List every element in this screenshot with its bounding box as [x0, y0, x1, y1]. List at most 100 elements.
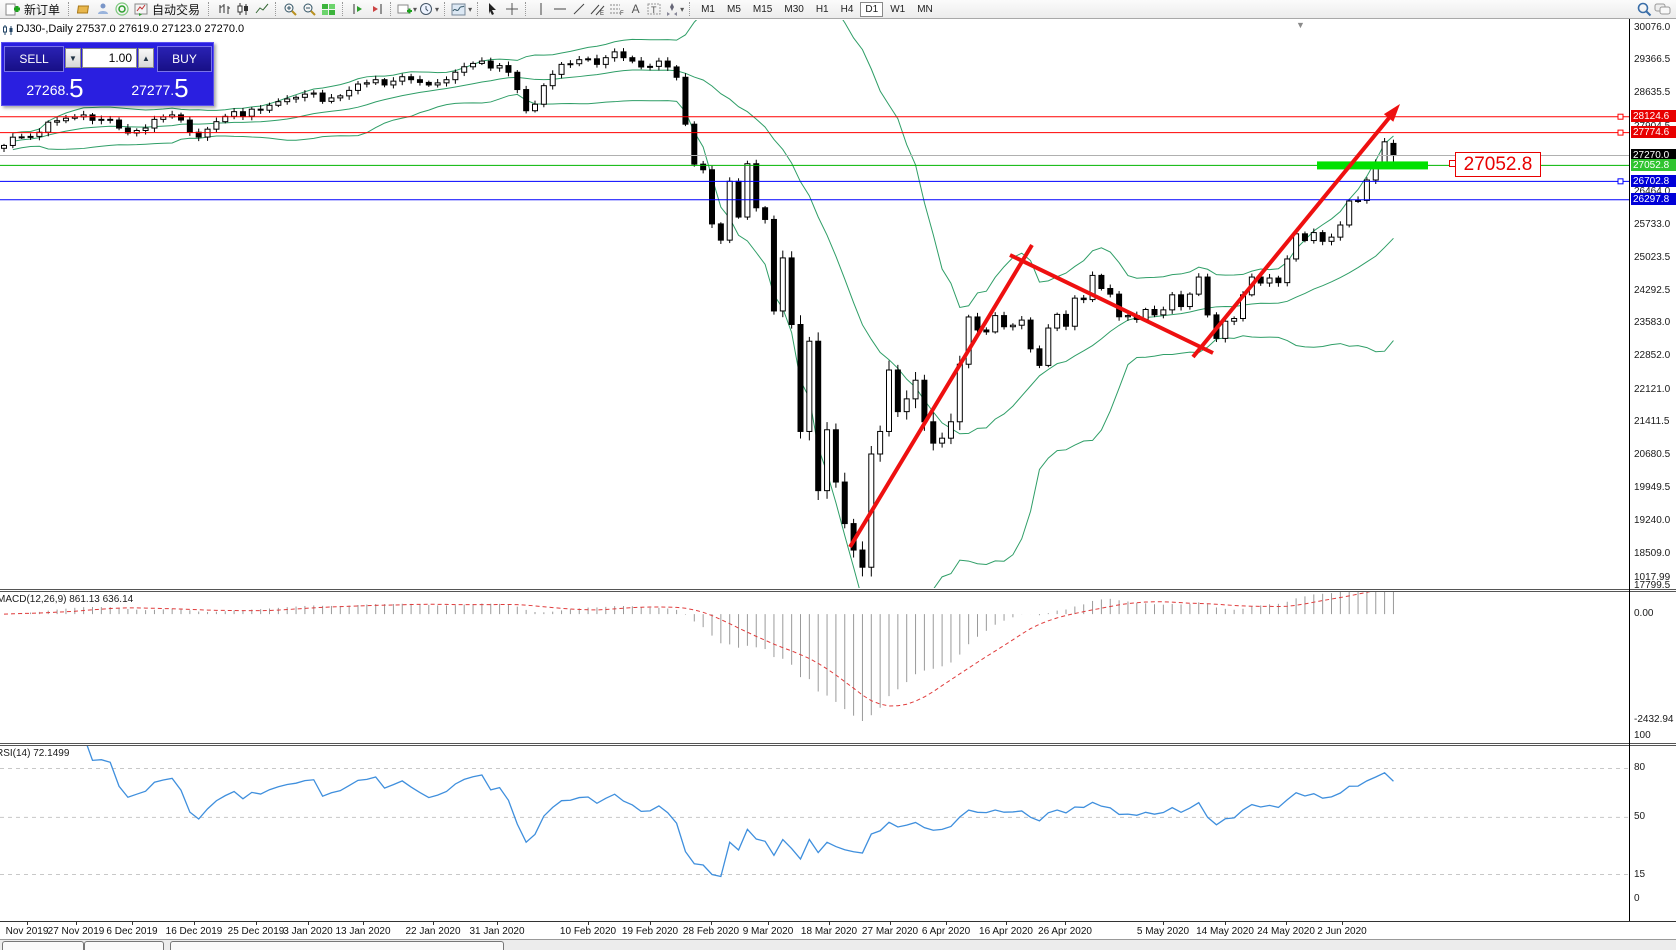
date-tick — [946, 922, 947, 925]
date-label: 25 Dec 2019 — [228, 926, 285, 937]
chart-tab-strip — [0, 939, 1676, 950]
sell-price-big: 5 — [69, 75, 83, 101]
date-label: 26 Apr 2020 — [1038, 926, 1092, 937]
date-tick — [256, 922, 257, 925]
sell-button[interactable]: SELL — [4, 46, 64, 72]
rsi-label: RSI(14) 72.1499 — [0, 748, 69, 759]
object-marker-icon[interactable]: ▼ — [1296, 20, 1305, 30]
date-label: 6 Dec 2019 — [106, 926, 157, 937]
chart-region[interactable]: DJ30-,Daily 27537.0 27619.0 27123.0 2727… — [0, 19, 1676, 950]
pane-splitter[interactable] — [0, 743, 1676, 744]
date-tick — [1163, 922, 1164, 925]
date-label: 6 Apr 2020 — [922, 926, 970, 937]
price-tick: 20680.5 — [1634, 449, 1676, 460]
sell-price[interactable]: 27268.5 — [4, 73, 106, 103]
date-tick — [829, 922, 830, 925]
date-label: 16 Dec 2019 — [166, 926, 223, 937]
volume-input[interactable]: 1.00 — [82, 48, 137, 68]
date-tick — [1342, 922, 1343, 925]
date-label: 27 Mar 2020 — [862, 926, 918, 937]
mt4-window: 新订单 自动交易 ▾ ▾ ▾ E F A T ▾ M1M5M — [0, 0, 1676, 950]
price-tick: 25023.5 — [1634, 252, 1676, 263]
buy-button[interactable]: BUY — [157, 46, 212, 72]
date-label: Nov 2019 — [6, 926, 49, 937]
chart-icon — [2, 24, 14, 36]
date-tick — [890, 922, 891, 925]
chart-tab[interactable] — [170, 941, 504, 950]
date-tick — [1225, 922, 1226, 925]
macd-layer — [4, 577, 1393, 721]
macd-label: MACD(12,26,9) 861.13 636.14 — [0, 594, 133, 605]
price-level-label: 27774.6 — [1631, 126, 1676, 138]
date-label: 14 May 2020 — [1196, 926, 1254, 937]
date-tick — [194, 922, 195, 925]
date-label: 5 May 2020 — [1137, 926, 1189, 937]
date-tick — [363, 922, 364, 925]
volume-up-button[interactable]: ▲ — [138, 48, 154, 68]
price-tick: 25733.0 — [1634, 219, 1676, 230]
pane-splitter — [0, 591, 1676, 592]
date-label: 18 Mar 2020 — [801, 926, 857, 937]
date-label: 22 Jan 2020 — [405, 926, 460, 937]
price-tick: 24292.5 — [1634, 285, 1676, 296]
volume-down-button[interactable]: ▼ — [65, 48, 81, 68]
one-click-trade-panel: SELL ▼ 1.00 ▲ BUY 27268.5 27277.5 — [1, 42, 214, 106]
pane-splitter[interactable] — [0, 589, 1676, 590]
price-level-label: 27052.8 — [1631, 159, 1676, 171]
rsi-layer — [0, 736, 1629, 877]
chart-tab[interactable] — [84, 941, 164, 950]
date-label: 10 Feb 2020 — [560, 926, 616, 937]
date-tick — [768, 922, 769, 925]
price-level-label: 28124.6 — [1631, 110, 1676, 122]
buy-price-big: 5 — [174, 75, 188, 101]
price-tick: 29366.5 — [1634, 54, 1676, 65]
date-axis[interactable]: Nov 201927 Nov 20196 Dec 201916 Dec 2019… — [0, 921, 1676, 940]
date-label: 19 Feb 2020 — [622, 926, 678, 937]
rsi-axis-label: 80 — [1634, 762, 1676, 773]
date-label: 2 Jun 2020 — [1317, 926, 1367, 937]
price-tick: 30076.0 — [1634, 22, 1676, 33]
chart-tab[interactable] — [2, 941, 84, 950]
rsi-axis-label: 15 — [1634, 869, 1676, 880]
symbol-ohlc-header: DJ30-,Daily 27537.0 27619.0 27123.0 2727… — [16, 23, 244, 35]
price-tick: 28635.5 — [1634, 87, 1676, 98]
annotation-anchor[interactable] — [1449, 160, 1456, 167]
date-tick — [1286, 922, 1287, 925]
date-tick — [650, 922, 651, 925]
date-tick — [76, 922, 77, 925]
chart-canvas[interactable] — [0, 0, 1676, 950]
price-tick: 19240.0 — [1634, 515, 1676, 526]
price-tick: 21411.5 — [1634, 416, 1676, 427]
bollinger-bands-layer — [13, 0, 1394, 618]
buy-price-small: 27277. — [131, 79, 174, 101]
date-tick — [1065, 922, 1066, 925]
price-annotation-box[interactable]: 27052.8 — [1455, 152, 1541, 177]
date-tick — [132, 922, 133, 925]
pane-splitter — [0, 745, 1676, 746]
date-tick — [27, 922, 28, 925]
price-tick: 22121.0 — [1634, 384, 1676, 395]
price-level-label: 26297.8 — [1631, 193, 1676, 205]
rsi-axis-label: 50 — [1634, 811, 1676, 822]
macd-axis-label: 0.00 — [1634, 608, 1676, 619]
price-tick: 23583.0 — [1634, 317, 1676, 328]
date-tick — [433, 922, 434, 925]
date-label: 24 May 2020 — [1257, 926, 1315, 937]
date-label: 9 Mar 2020 — [743, 926, 794, 937]
buy-price[interactable]: 27277.5 — [109, 73, 211, 103]
date-tick — [497, 922, 498, 925]
date-label: 13 Jan 2020 — [335, 926, 390, 937]
rsi-axis-label: 0 — [1634, 893, 1676, 904]
date-tick — [588, 922, 589, 925]
rsi-axis-label: 100 — [1634, 730, 1676, 741]
green-zone-layer[interactable] — [1317, 161, 1428, 169]
macd-axis-label: -2432.94 — [1634, 714, 1676, 725]
price-tick: 22852.0 — [1634, 350, 1676, 361]
sell-price-small: 27268. — [26, 79, 69, 101]
macd-axis-label: 1017.99 — [1634, 572, 1676, 583]
date-label: 3 Jan 2020 — [283, 926, 333, 937]
date-tick — [1006, 922, 1007, 925]
date-label: 16 Apr 2020 — [979, 926, 1033, 937]
date-label: 31 Jan 2020 — [469, 926, 524, 937]
date-tick — [308, 922, 309, 925]
